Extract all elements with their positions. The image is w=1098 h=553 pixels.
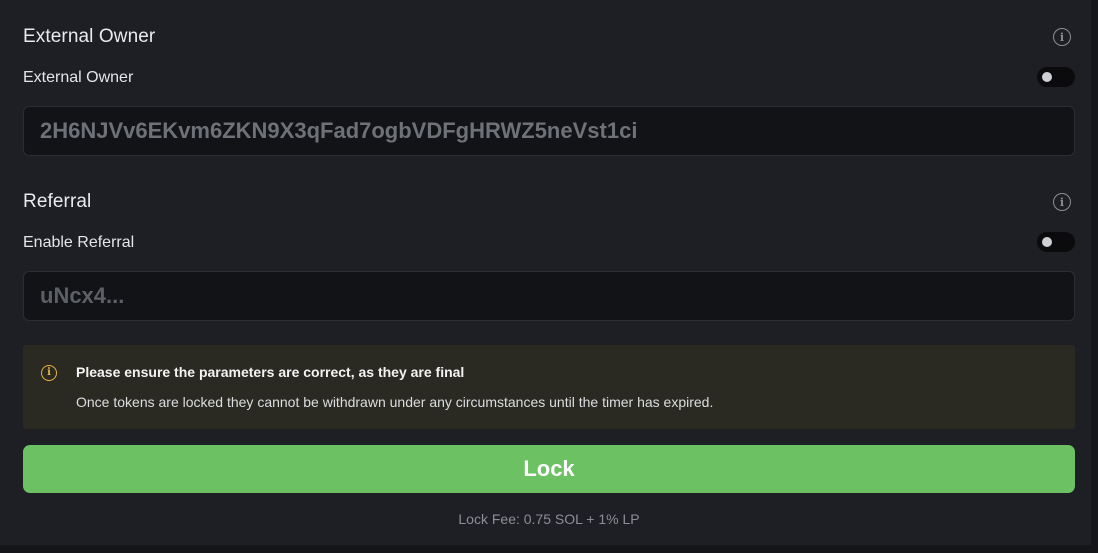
warning-glyph: i: [47, 367, 51, 378]
warning-info-icon: i: [41, 365, 57, 381]
enable-referral-toggle[interactable]: [1037, 232, 1075, 252]
info-glyph: i: [1059, 30, 1065, 44]
external-owner-section-title: External Owner: [23, 26, 156, 47]
lock-fee-text: Lock Fee: 0.75 SOL + 1% LP: [458, 511, 640, 527]
warning-message: Once tokens are locked they cannot be wi…: [76, 394, 714, 410]
enable-referral-toggle-label: Enable Referral: [23, 234, 135, 251]
toggle-knob: [1042, 72, 1052, 82]
info-icon[interactable]: i: [1053, 193, 1071, 211]
external-owner-address-input[interactable]: [23, 106, 1075, 156]
info-icon[interactable]: i: [1053, 28, 1071, 46]
lock-settings-panel: External Owner i External Owner Referral…: [0, 0, 1091, 545]
referral-section-title: Referral: [23, 191, 92, 212]
info-glyph: i: [1059, 195, 1065, 209]
external-owner-toggle[interactable]: [1037, 67, 1075, 87]
toggle-knob: [1042, 237, 1052, 247]
referral-address-input[interactable]: [23, 271, 1075, 321]
lock-button[interactable]: Lock: [23, 445, 1075, 493]
warning-callout: i Please ensure the parameters are corre…: [23, 345, 1075, 429]
external-owner-toggle-label: External Owner: [23, 69, 134, 86]
warning-title: Please ensure the parameters are correct…: [76, 364, 465, 380]
